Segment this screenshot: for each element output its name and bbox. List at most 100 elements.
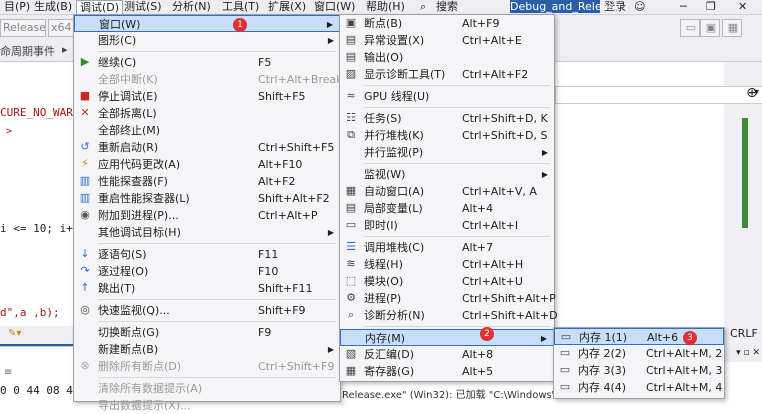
restore-icon[interactable]: ❐ [706, 0, 716, 14]
debug-menu-shortcut: Ctrl+Shift+F9 [258, 360, 335, 373]
debug-menu-item[interactable]: ↓ 逐语句(S) F11 [74, 246, 340, 263]
windows-menu-item[interactable]: ☷ 任务(S) Ctrl+Shift+D, K [340, 110, 554, 127]
step-over-icon: ↷ [80, 264, 90, 277]
windows-menu-item[interactable]: ▨ 显示诊断工具(T) Ctrl+Alt+F2 [340, 66, 554, 83]
menu-debug[interactable]: 调试(D) [76, 0, 124, 14]
add-icon[interactable]: ⊕ [744, 86, 760, 102]
debug-menu-item[interactable]: 窗口(W) ▶ [74, 15, 340, 32]
pane-controls[interactable]: ▾ ▫ ✕ [724, 348, 762, 362]
member-dropdown[interactable]: ▾ [555, 86, 762, 104]
menu-window[interactable]: 窗口(W) [314, 0, 355, 14]
debug-menu-item[interactable]: ▶ 继续(C) F5 [74, 54, 340, 71]
memory-menu-item[interactable]: ▭ 内存 2(2) Ctrl+Alt+M, 2 [554, 345, 724, 362]
windows-menu-shortcut: Alt+8 [462, 348, 494, 361]
windows-menu-label: 任务(S) [364, 112, 402, 125]
lifecycle-events[interactable]: 命周期事件 [0, 43, 55, 59]
close-icon[interactable]: ✕ [738, 0, 747, 14]
debug-menu-label: 全部终止(M) [98, 124, 161, 137]
menu-tools[interactable]: 工具(T) [222, 0, 259, 14]
memory-icon: ▭ [559, 363, 571, 376]
restart-icon: ↺ [80, 140, 90, 153]
memory-menu-label: 内存 3(3) [578, 364, 627, 377]
windows-menu-item[interactable]: ▤ 局部变量(L) Alt+4 [340, 200, 554, 217]
toolbar-button[interactable]: ▭ [680, 19, 700, 37]
windows-menu-item[interactable]: ▦ 自动窗口(A) Ctrl+Alt+V, A [340, 183, 554, 200]
toolbar-button[interactable]: ▦ [722, 19, 742, 37]
windows-menu-label: 输出(O) [364, 51, 404, 64]
windows-menu-item[interactable]: 内存(M) ▶ [340, 329, 554, 346]
windows-menu-item[interactable]: ⧉ 并行堆栈(K) Ctrl+Shift+D, S [340, 127, 554, 144]
debug-menu-item[interactable]: ▥ 性能探查器(F) Alt+F2 [74, 173, 340, 190]
account-icon[interactable]: ☺ [634, 0, 645, 14]
windows-menu-label: 显示诊断工具(T) [364, 68, 446, 81]
debug-menu-item[interactable]: 切换断点(G) F9 [74, 324, 340, 341]
windows-menu-item[interactable]: ≈ GPU 线程(U) [340, 88, 554, 105]
windows-menu-item[interactable]: ≋ 线程(H) Ctrl+Alt+H [340, 256, 554, 273]
search-label[interactable]: 搜索 [436, 0, 458, 14]
memory-menu-item[interactable]: ▭ 内存 4(4) Ctrl+Alt+M, 4 [554, 379, 724, 396]
debug-menu-item[interactable]: ⚡ 应用代码更改(A) Alt+F10 [74, 156, 340, 173]
debug-menu-item[interactable]: 全部终止(M) [74, 122, 340, 139]
brush-icon[interactable]: ✎▾ [8, 328, 21, 339]
windows-menu-item[interactable]: ☰ 调用堆栈(C) Alt+7 [340, 239, 554, 256]
code-editor[interactable]: CURE_NO_WAR > i <= 10; i+ d",a ,b); [0, 62, 76, 344]
debug-menu-item[interactable]: ↷ 逐过程(O) F10 [74, 263, 340, 280]
debug-menu-shortcut: F11 [258, 248, 279, 261]
debug-menu-item[interactable]: ↑ 跳出(T) Shift+F11 [74, 280, 340, 297]
memory-menu-item[interactable]: ▭ 内存 1(1) Alt+6 [554, 328, 724, 345]
menu-project[interactable]: 目(P) [4, 0, 30, 14]
windows-menu-item[interactable]: ▭ 即时(I) Ctrl+Alt+I [340, 217, 554, 234]
debug-menu-item[interactable]: 清除所有数据提示(A) [74, 380, 340, 397]
debug-menu-shortcut: Shift+F9 [258, 304, 306, 317]
memory-menu-label: 内存 1(1) [579, 331, 628, 344]
windows-menu-item[interactable]: ▣ 断点(B) Alt+F9 [340, 15, 554, 32]
quickwatch-icon: ◎ [80, 303, 90, 316]
menu-analyze[interactable]: 分析(N) [172, 0, 211, 14]
debug-menu-item[interactable]: ◎ 快速监视(Q)... Shift+F9 [74, 302, 340, 319]
debug-menu: 窗口(W) ▶ 图形(C) ▶ ▶ 继续(C) F5 全部中断(K) Ctrl+Alt+Brea… [73, 14, 343, 412]
search-icon[interactable]: ⌕ [420, 0, 426, 14]
debug-menu-label: 应用代码更改(A) [98, 158, 181, 171]
debug-menu-item[interactable]: ✕ 全部拆离(L) [74, 105, 340, 122]
windows-menu-item[interactable]: 并行监视(P) ▶ [340, 144, 554, 161]
menu-build[interactable]: 生成(B) [34, 0, 72, 14]
minimize-icon[interactable]: ─ [680, 0, 687, 14]
debug-menu-shortcut: Alt+F10 [258, 158, 303, 171]
profiler-icon: ▥ [79, 174, 91, 187]
debug-menu-item[interactable]: ▥ 重启性能探查器(L) Shift+Alt+F2 [74, 190, 340, 207]
menu-test[interactable]: 测试(S) [124, 0, 162, 14]
menu-separator [98, 299, 336, 300]
debug-menu-item[interactable]: ↺ 重新启动(R) Ctrl+Shift+F5 [74, 139, 340, 156]
debug-menu-item[interactable]: ■ 停止调试(E) Shift+F5 [74, 88, 340, 105]
debug-menu-item[interactable]: 图形(C) ▶ [74, 32, 340, 49]
locals-icon: ▤ [345, 201, 357, 214]
debug-menu-item[interactable]: ◉ 附加到进程(P)... Ctrl+Alt+P [74, 207, 340, 224]
debug-menu-item[interactable]: 其他调试目标(H) ▶ [74, 224, 340, 241]
windows-menu-label: 进程(P) [364, 292, 402, 305]
line-ending[interactable]: CRLF [730, 327, 758, 340]
windows-menu-label: 局部变量(L) [364, 202, 423, 215]
memory-menu-item[interactable]: ▭ 内存 3(3) Ctrl+Alt+M, 3 [554, 362, 724, 379]
debug-menu-item[interactable]: 新建断点(B) ▶ [74, 341, 340, 358]
menu-help[interactable]: 帮助(H) [366, 0, 405, 14]
windows-menu-item[interactable]: 监视(W) ▶ [340, 166, 554, 183]
windows-menu-item[interactable]: ▦ 寄存器(G) Alt+5 [340, 363, 554, 380]
windows-menu-item[interactable]: ▤ 异常设置(X) Ctrl+Alt+E [340, 32, 554, 49]
windows-menu-item[interactable]: ⌕ 诊断分析(N) Ctrl+Shift+Alt+D [340, 307, 558, 324]
debug-menu-label: 删除所有断点(D) [98, 360, 182, 373]
platform-dropdown[interactable]: x64 [48, 19, 76, 37]
toolbar-button[interactable]: ▣ [700, 19, 720, 37]
debug-menu-label: 重启性能探查器(L) [98, 192, 190, 205]
config-dropdown[interactable]: Release [0, 19, 46, 37]
windows-menu-shortcut: Alt+4 [462, 202, 494, 215]
windows-menu-item[interactable]: ▧ 反汇编(D) Alt+8 [340, 346, 554, 363]
debug-menu-item[interactable]: 全部中断(K) Ctrl+Alt+Break [74, 71, 343, 88]
memory-submenu: ▭ 内存 1(1) Alt+6 ▭ 内存 2(2) Ctrl+Alt+M, 2 ▭ 内存 3(… [553, 327, 725, 399]
windows-menu-item[interactable]: ▤ 输出(O) [340, 49, 554, 66]
debug-menu-item[interactable]: ⊗ 删除所有断点(D) Ctrl+Shift+F9 [74, 358, 340, 375]
menu-separator [98, 51, 336, 52]
diagnostic-tools-icon: ▨ [345, 67, 357, 80]
menu-extensions[interactable]: 扩展(X) [268, 0, 306, 14]
windows-menu-item[interactable]: ⬚ 模块(O) Ctrl+Alt+U [340, 273, 554, 290]
windows-menu-item[interactable]: ⚙ 进程(P) Ctrl+Shift+Alt+P [340, 290, 556, 307]
